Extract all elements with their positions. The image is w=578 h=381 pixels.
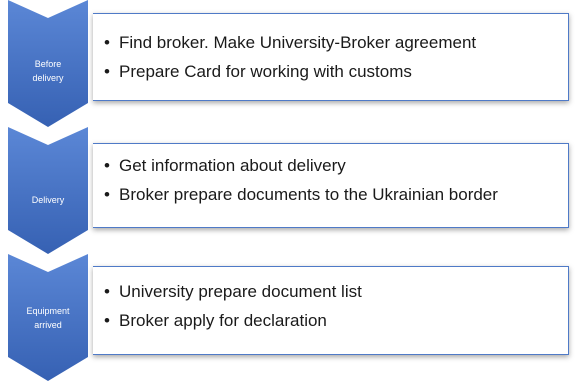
list-item-text: Get information about delivery [119, 156, 346, 175]
bullet-icon: • [104, 282, 110, 301]
chevron-arrow-icon [8, 127, 88, 254]
stage-equipment-arrived: Equipment arrived • University prepare do… [0, 254, 578, 381]
stage-content-box: • Get information about delivery • Broker … [93, 143, 569, 228]
list-item: • Broker prepare documents to the Ukraini… [103, 180, 564, 209]
bullet-icon: • [104, 33, 110, 52]
stage-content-box: • University prepare document list • Broke… [93, 266, 569, 355]
list-item: • Get information about delivery [103, 151, 564, 180]
list-item: • University prepare document list [103, 277, 564, 306]
stage-label: Before delivery [32, 59, 64, 83]
stage-label: Delivery [31, 195, 65, 205]
list-item-text: Broker apply for declaration [119, 311, 327, 330]
list-item: • Find broker. Make University-Broker agr… [103, 28, 564, 57]
bullet-list: • Find broker. Make University-Broker agr… [103, 28, 564, 86]
stage-before-delivery: Before delivery • Find broker. Make Unive… [0, 0, 578, 127]
list-item-text: University prepare document list [119, 282, 362, 301]
bullet-icon: • [104, 156, 110, 175]
bullet-icon: • [104, 311, 110, 330]
bullet-list: • University prepare document list • Broke… [103, 277, 564, 335]
bullet-list: • Get information about delivery • Broker … [103, 151, 564, 209]
list-item: • Prepare Card for working with customs [103, 57, 564, 86]
list-item-text: Find broker. Make University-Broker agre… [119, 33, 477, 52]
stage-label: Equipment arrived [26, 306, 70, 330]
list-item-text: Broker prepare documents to the Ukrainia… [119, 185, 498, 204]
stage-content-box: • Find broker. Make University-Broker agr… [93, 13, 569, 101]
list-item-text: Prepare Card for working with customs [119, 62, 412, 81]
bullet-icon: • [104, 62, 110, 81]
stage-delivery: Delivery • Get information about delivery… [0, 127, 578, 254]
bullet-icon: • [104, 185, 110, 204]
list-item: • Broker apply for declaration [103, 306, 564, 335]
